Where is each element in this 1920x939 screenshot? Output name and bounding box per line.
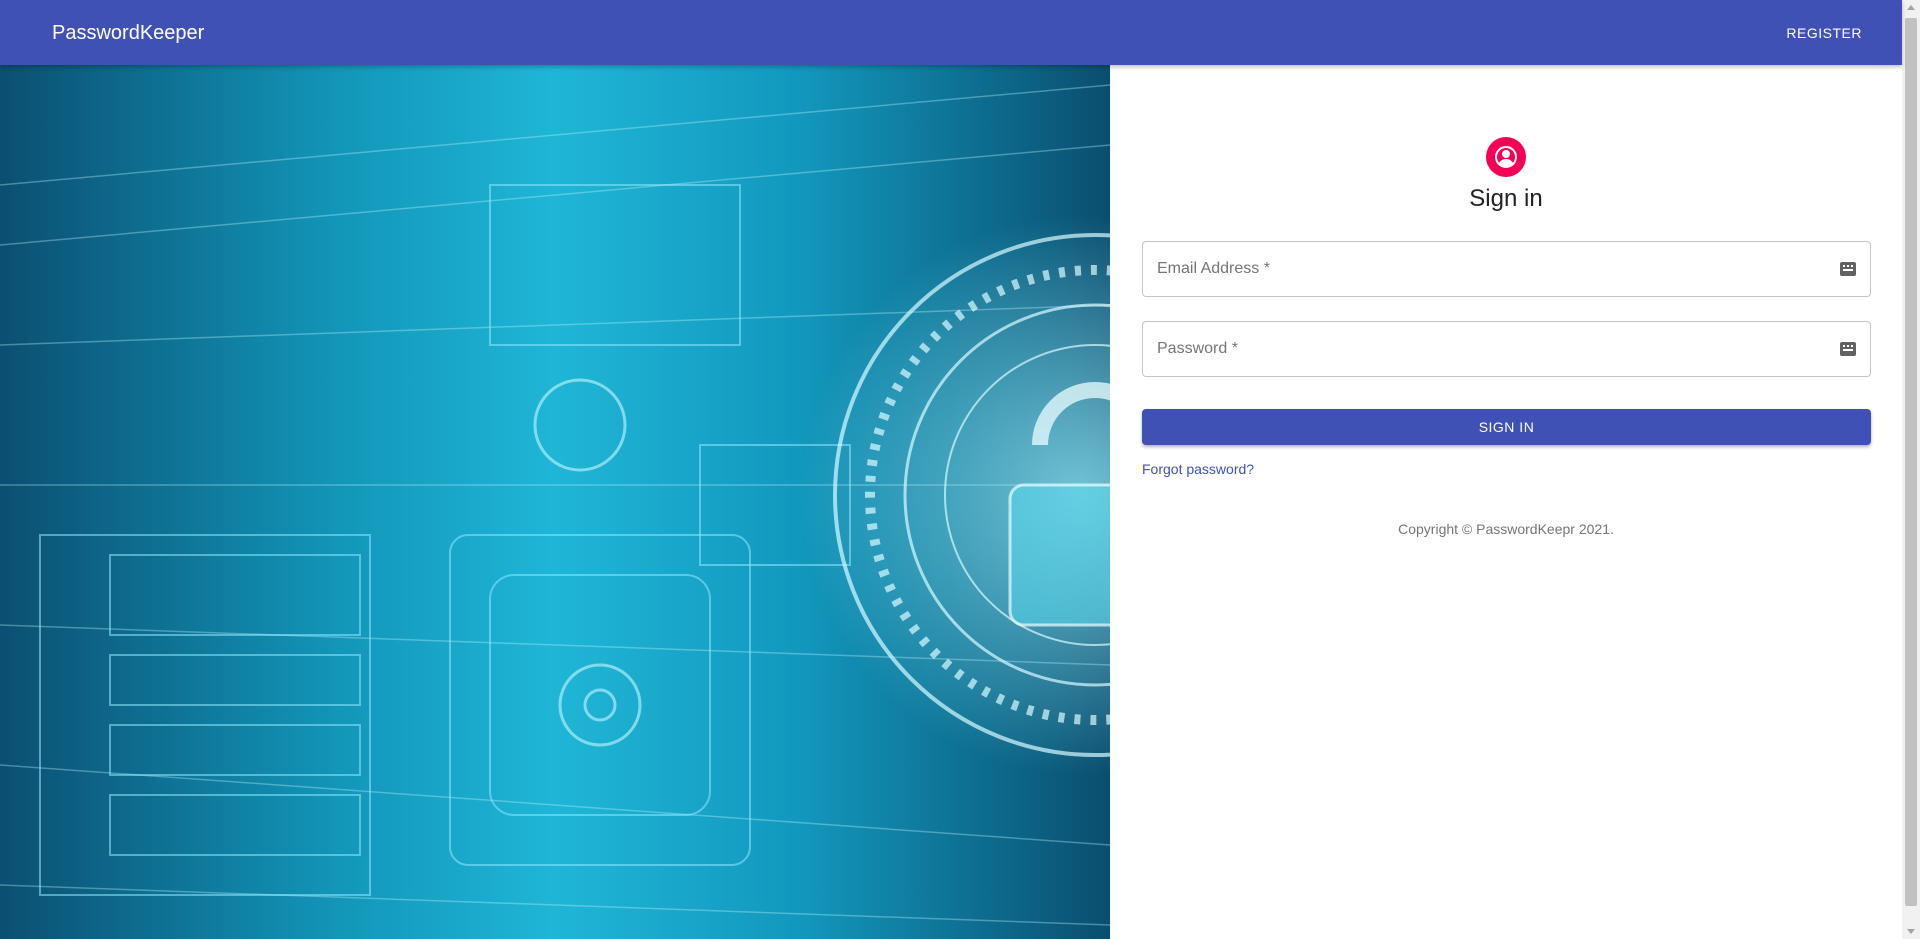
forgot-password-link[interactable]: Forgot password? <box>1142 461 1254 477</box>
register-button[interactable]: REGISTER <box>1778 16 1870 50</box>
vertical-scrollbar[interactable] <box>1902 0 1920 939</box>
page-title: Sign in <box>1469 185 1543 212</box>
email-field[interactable] <box>1142 241 1871 297</box>
app-bar: PasswordKeeper REGISTER <box>0 0 1902 65</box>
avatar <box>1486 137 1526 177</box>
app: PasswordKeeper REGISTER Sign in Email Ad… <box>0 0 1902 939</box>
password-input[interactable] <box>1143 322 1870 376</box>
copyright-text: Copyright © PasswordKeepr 2021. <box>1398 521 1614 537</box>
keyboard-icon <box>1840 262 1856 276</box>
sign-in-panel: Sign in SIGN IN Forgot password? Copyrig… <box>1110 65 1902 939</box>
password-field[interactable] <box>1142 321 1871 377</box>
scroll-up-icon[interactable] <box>1907 5 1915 10</box>
scroll-thumb[interactable] <box>1905 18 1917 906</box>
brand-title: PasswordKeeper <box>52 22 205 44</box>
email-input[interactable] <box>1143 242 1870 296</box>
keyboard-icon <box>1840 342 1856 356</box>
scroll-down-icon[interactable] <box>1907 929 1915 934</box>
sign-in-button[interactable]: SIGN IN <box>1142 409 1871 445</box>
cyber-security-lock-image <box>0 84 1110 926</box>
hero-image <box>0 65 1110 939</box>
person-icon <box>1495 146 1517 168</box>
